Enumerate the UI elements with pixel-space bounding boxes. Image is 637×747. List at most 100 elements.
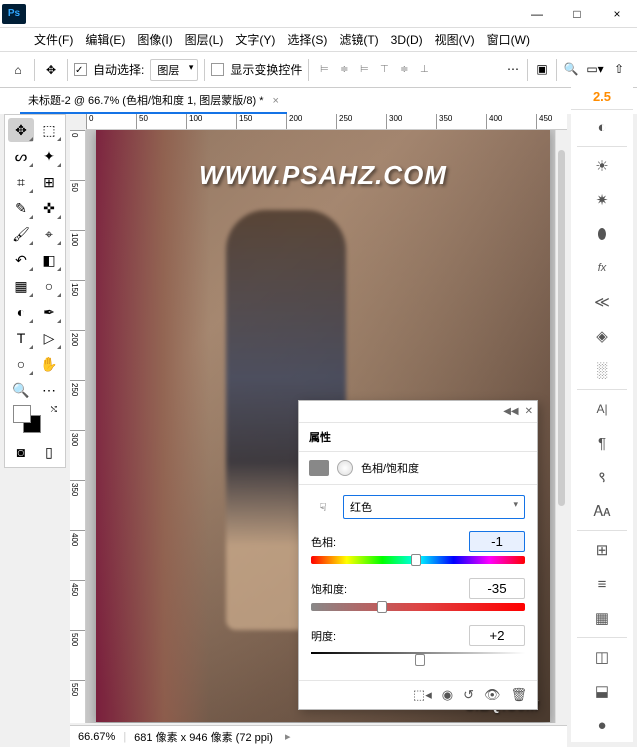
type-panel-icon[interactable]: 🗛 [571,494,633,528]
home-icon[interactable]: ⌂ [8,60,28,80]
quick-mask-button[interactable]: ◙ [8,440,34,464]
properties-panel-icon[interactable]: ▦ [571,601,633,635]
menu-type[interactable]: 文字(Y) [229,31,281,48]
brush-tool[interactable]: 🖌 [8,222,34,246]
3d-mode-icon[interactable]: ▣ [532,59,552,79]
auto-select-checkbox[interactable] [74,63,87,76]
share-icon[interactable]: ⇧ [609,59,629,79]
history-brush-tool[interactable]: ↶ [8,248,34,272]
swap-colors-icon[interactable]: ⤭ [51,405,57,415]
menu-view[interactable]: 视图(V) [429,31,481,48]
styles-panel-icon[interactable]: fx [571,251,633,285]
gradient-tool[interactable]: ▦ [8,274,34,298]
targeted-adjust-icon[interactable]: ☟ [311,495,335,519]
vertical-scrollbar[interactable] [555,130,567,723]
close-button[interactable]: × [597,0,637,28]
menu-filter[interactable]: 滤镜(T) [333,31,384,48]
doc-dimensions[interactable]: 681 像素 x 946 像素 (72 ppi) [134,729,273,745]
lasso-tool[interactable]: ᔕ [8,144,34,168]
marquee-tool[interactable]: ⬚ [36,118,62,142]
blur-tool[interactable]: ○ [36,274,62,298]
type-tool[interactable]: T [8,326,34,350]
collapse-icon[interactable]: ◀◀ [503,406,518,417]
panel-close-icon[interactable]: ✕ [525,406,533,417]
color-panel-icon[interactable]: ◐ [571,110,633,144]
saturation-slider-thumb[interactable] [377,601,387,613]
navigator-panel-icon[interactable]: ⊞ [571,533,633,567]
eraser-tool[interactable]: ◧ [36,248,62,272]
show-transform-checkbox[interactable] [211,63,224,76]
info-panel-icon[interactable]: ≡ [571,567,633,601]
hand-tool[interactable]: ✋ [36,352,62,376]
reset-icon[interactable]: ↺ [463,687,474,703]
properties-panel-header[interactable]: ◀◀ ✕ [299,401,537,423]
quick-select-tool[interactable]: ✦ [36,144,62,168]
hue-slider-thumb[interactable] [411,554,421,566]
character-panel-icon[interactable]: A| [571,392,633,426]
foreground-color[interactable] [13,405,31,423]
vertical-ruler[interactable]: 0 50 100 150 200 250 300 350 400 450 500… [70,130,86,723]
move-tool[interactable]: ✥ [8,118,34,142]
pen-tool[interactable]: ✒ [36,300,62,324]
healing-tool[interactable]: ✜ [36,196,62,220]
shape-tool[interactable]: ○ [8,352,34,376]
scrollbar-thumb[interactable] [558,150,565,506]
align-bottom-icon[interactable]: ⊥ [415,61,433,79]
menu-edit[interactable]: 编辑(E) [79,31,131,48]
brightness-panel-icon[interactable]: ☀ [571,149,633,183]
frame-tool[interactable]: ⊞ [36,170,62,194]
screen-mode-button[interactable]: ▯ [36,440,62,464]
mask-icon[interactable] [337,460,353,476]
menu-3d[interactable]: 3D(D) [385,33,429,47]
paths-panel-icon[interactable]: ● [571,708,633,742]
crop-tool[interactable]: ⌗ [8,170,34,194]
view-previous-icon[interactable]: ◉ [442,687,453,703]
saturation-slider[interactable] [311,603,525,613]
dodge-tool[interactable]: ◐ [8,300,34,324]
search-icon[interactable]: 🔍 [561,59,581,79]
edit-toolbar-button[interactable]: ⋯ [36,378,62,402]
align-top-icon[interactable]: ⊤ [375,61,393,79]
align-right-icon[interactable]: ⊨ [355,61,373,79]
more-icon[interactable]: ⋯ [503,59,523,79]
zoom-tool[interactable]: 🔍 [8,378,34,402]
channels-panel-icon[interactable]: ◫ [571,640,633,674]
menu-file[interactable]: 文件(F) [28,31,79,48]
brush-panel-icon[interactable]: ⬮ [571,217,633,251]
saturation-input[interactable] [469,578,525,599]
horizontal-ruler[interactable]: 0 50 100 150 200 250 300 350 400 450 500… [86,114,567,130]
eyedropper-tool[interactable]: ✎ [8,196,34,220]
channel-select[interactable]: 红色 [343,495,525,519]
toggle-visibility-icon[interactable]: 👁 [484,687,501,703]
menu-layer[interactable]: 图层(L) [179,31,230,48]
move-tool-icon[interactable]: ✥ [41,60,61,80]
menu-window[interactable]: 窗口(W) [481,31,536,48]
workspace-icon[interactable]: ▭▾ [585,59,605,79]
auto-select-dropdown[interactable]: 图层 [150,59,198,81]
maximize-button[interactable]: □ [557,0,597,28]
menu-image[interactable]: 图像(I) [131,31,178,48]
layers-panel-icon[interactable]: ⬓ [571,674,633,708]
lightness-input[interactable] [469,625,525,646]
glyphs-panel-icon[interactable]: ९ [571,460,633,494]
hue-input[interactable] [469,531,525,552]
swatches-panel-icon[interactable]: ░ [571,353,633,387]
document-tab[interactable]: 未标题-2 @ 66.7% (色相/饱和度 1, 图层蒙版/8) * × [20,88,287,114]
properties-tab[interactable]: 属性 [299,423,537,452]
properties-panel[interactable]: ◀◀ ✕ 属性 色相/饱和度 ☟ 红色 色相: 饱和度: [298,400,538,710]
zoom-level[interactable]: 66.67% [78,731,115,743]
align-center-h-icon[interactable]: ≑ [335,61,353,79]
close-tab-icon[interactable]: × [273,95,279,107]
clone-tool[interactable]: ⌖ [36,222,62,246]
hue-slider[interactable] [311,556,525,566]
lightness-slider[interactable] [311,652,525,662]
align-middle-icon[interactable]: ≑ [395,61,413,79]
lightness-slider-thumb[interactable] [415,654,425,666]
align-left-icon[interactable]: ⊨ [315,61,333,79]
paragraph-panel-icon[interactable]: ¶ [571,426,633,460]
status-menu-icon[interactable]: ▸ [285,730,291,743]
delete-adjustment-icon[interactable]: 🗑 [510,687,527,703]
adjustments-panel-icon[interactable]: ◈ [571,319,633,353]
brush-size-badge[interactable]: 2.5 [571,84,633,110]
minimize-button[interactable]: — [517,0,557,28]
